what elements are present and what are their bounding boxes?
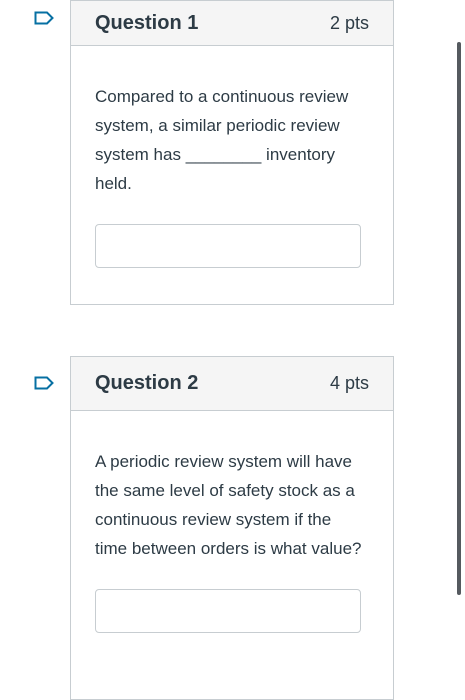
question-body: A periodic review system will have the s… xyxy=(71,411,393,633)
scrollbar[interactable] xyxy=(457,42,461,595)
question-2: Question 2 4 pts A periodic review syste… xyxy=(70,356,394,700)
question-header: Question 1 2 pts xyxy=(71,1,393,46)
question-points: 2 pts xyxy=(329,12,369,33)
question-body: Compared to a continuous review system, … xyxy=(71,46,393,268)
question-title: Question 2 xyxy=(95,372,199,394)
question-title: Question 1 xyxy=(95,11,199,34)
quiz-page: Question 1 2 pts Compared to a continuou… xyxy=(0,0,465,700)
flag-question-icon[interactable] xyxy=(34,376,54,390)
answer-input[interactable] xyxy=(95,224,361,268)
question-text: Compared to a continuous review system, … xyxy=(95,87,349,193)
question-header: Question 2 4 pts xyxy=(71,357,393,411)
flag-question-icon[interactable] xyxy=(34,11,54,25)
answer-input[interactable] xyxy=(95,589,361,633)
question-1: Question 1 2 pts Compared to a continuou… xyxy=(70,0,394,305)
question-text: A periodic review system will have the s… xyxy=(95,452,362,558)
question-points: 4 pts xyxy=(329,373,369,393)
